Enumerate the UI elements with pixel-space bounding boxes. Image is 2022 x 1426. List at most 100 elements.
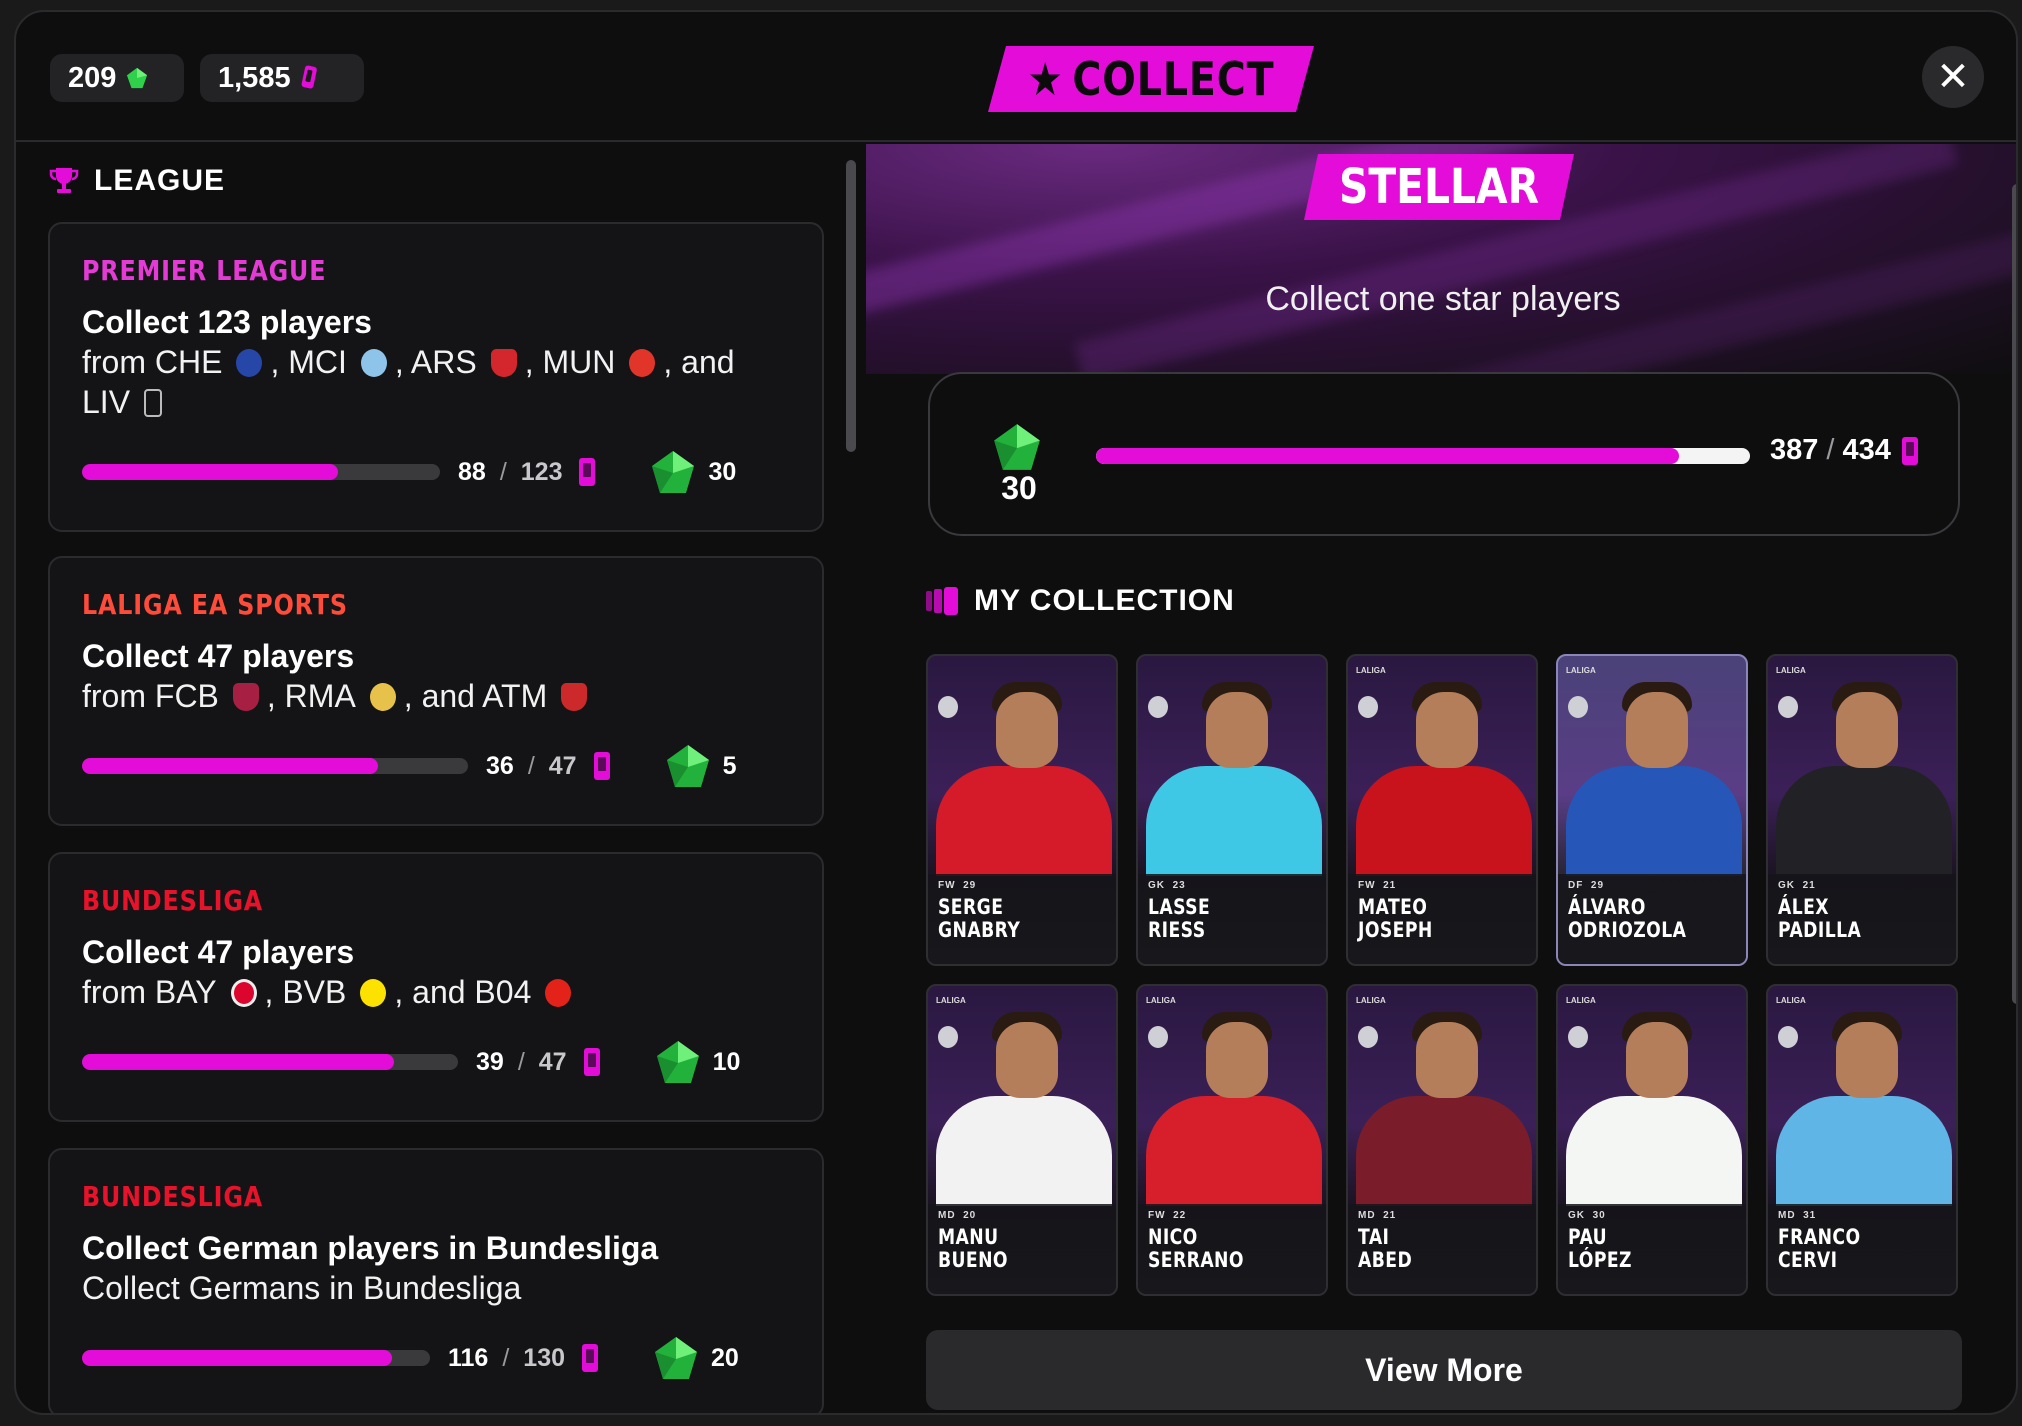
player-card[interactable]: LALIGA GK 30 PAU LÓPEZ [1556, 984, 1748, 1296]
league-scrollbar[interactable] [846, 160, 856, 452]
player-photo [1416, 1022, 1478, 1098]
league-card-bundesliga[interactable]: BUNDESLIGA Collect 47 players from BAY, … [48, 852, 824, 1122]
progress-fill [82, 1054, 395, 1070]
player-meta: MD 21 [1358, 1210, 1397, 1221]
player-card[interactable]: LALIGA MD 20 MANU BUENO [926, 984, 1118, 1296]
club-crest-icon [1358, 1026, 1378, 1048]
progress-fill [82, 1350, 393, 1366]
card-icon [1901, 436, 1918, 465]
club-crest-icon [1148, 696, 1168, 718]
club-crest-icon [1148, 1026, 1168, 1048]
star-icon: ★ [1027, 52, 1064, 106]
club-crest-icon [938, 696, 958, 718]
progress-count: 88 [458, 457, 486, 486]
player-shirt [1776, 766, 1952, 876]
progress-total: 130 [523, 1343, 566, 1372]
player-card[interactable]: GK 23 LASSE RIESS [1136, 654, 1328, 966]
player-shirt [936, 1096, 1112, 1206]
my-collection-label: MY COLLECTION [974, 584, 1235, 617]
player-name: MATEO JOSEPH [1358, 895, 1433, 942]
league-reward: 5 [665, 743, 737, 789]
player-meta: FW 21 [1358, 880, 1397, 891]
gem-balance[interactable]: 209 [50, 54, 184, 102]
reward-value: 30 [708, 457, 737, 486]
reward-value: 10 [712, 1047, 741, 1076]
league-card-laliga[interactable]: LALIGA EA SPORTS Collect 47 players from… [48, 556, 824, 826]
league-card-bundesliga-germans[interactable]: BUNDESLIGA Collect German players in Bun… [48, 1148, 824, 1413]
player-name: LASSE RIESS [1148, 895, 1211, 942]
progress-bar [82, 758, 468, 774]
league-name: BUNDESLIGA [82, 884, 264, 917]
player-card[interactable]: LALIGA FW 21 MATEO JOSEPH [1346, 654, 1538, 966]
player-photo [1836, 1022, 1898, 1098]
player-shirt [1356, 1096, 1532, 1206]
player-shirt [1356, 766, 1532, 876]
gem-icon [994, 424, 1040, 470]
league-tag: LALIGA [1566, 666, 1596, 675]
progress-total: 47 [538, 1047, 567, 1076]
close-button[interactable]: ✕ [1922, 46, 1984, 108]
player-card[interactable]: LALIGA GK 21 ÁLEX PADILLA [1766, 654, 1958, 966]
league-name: LALIGA EA SPORTS [82, 588, 348, 621]
close-icon: ✕ [1936, 55, 1970, 99]
progress-bar [82, 1350, 430, 1366]
player-photo [1626, 692, 1688, 768]
player-card[interactable]: LALIGA MD 31 FRANCO CERVI [1766, 984, 1958, 1296]
progress-total: 123 [520, 457, 563, 486]
player-meta: DF 29 [1568, 880, 1605, 891]
league-card-premier-league[interactable]: PREMIER LEAGUE Collect 123 players from … [48, 222, 824, 532]
player-card[interactable]: FW 29 SERGE GNABRY [926, 654, 1118, 966]
player-photo [1836, 692, 1898, 768]
atletico-crest-icon [561, 683, 588, 711]
league-panel: LEAGUE PREMIER LEAGUE Collect 123 player… [16, 144, 864, 1413]
player-name: ÁLEX PADILLA [1778, 895, 1862, 942]
tier-badge: STELLAR [1304, 154, 1574, 220]
tier-hero: STELLAR Collect one star players [866, 144, 2016, 374]
league-progress: 36 / 47 5 [82, 743, 737, 789]
player-meta: GK 30 [1568, 1210, 1606, 1221]
league-tag: LALIGA [1776, 996, 1806, 1005]
leverkusen-crest-icon [545, 979, 572, 1007]
card-balance[interactable]: 1,585 [200, 54, 364, 102]
progress-bar [82, 1054, 458, 1070]
player-photo [996, 1022, 1058, 1098]
league-goal: Collect German players in Bundesliga [82, 1230, 659, 1266]
league-progress: 39 / 47 10 [82, 1041, 741, 1083]
gem-icon [652, 451, 695, 493]
liverpool-crest-icon [144, 389, 163, 417]
league-tag: LALIGA [1776, 666, 1806, 675]
club-crest-icon [1568, 1026, 1588, 1048]
man-city-crest-icon [360, 349, 387, 377]
player-card[interactable]: LALIGA DF 29 ÁLVARO ODRIOZOLA [1556, 654, 1748, 966]
bayern-crest-icon [230, 979, 257, 1007]
league-tag: LALIGA [1566, 996, 1596, 1005]
reward-value: 5 [722, 751, 737, 780]
player-meta: FW 29 [938, 880, 977, 891]
progress-count: 116 [448, 1343, 489, 1372]
player-card[interactable]: LALIGA FW 22 NICO SERRANO [1136, 984, 1328, 1296]
real-madrid-crest-icon [369, 683, 396, 711]
player-card[interactable]: LALIGA MD 21 TAI ABED [1346, 984, 1538, 1296]
page-title: COLLECT [1072, 52, 1275, 106]
tier-label: STELLAR [1338, 159, 1540, 215]
player-shirt [1566, 766, 1742, 876]
card-icon [582, 1344, 599, 1372]
tier-panel: STELLAR Collect one star players 30 387 … [866, 144, 2016, 1413]
man-united-crest-icon [629, 349, 656, 377]
player-name: TAI ABED [1358, 1225, 1413, 1272]
player-photo [1626, 1022, 1688, 1098]
progress-fill [82, 464, 338, 480]
league-tag: LALIGA [936, 996, 966, 1005]
league-reward: 30 [650, 449, 736, 495]
chelsea-crest-icon [236, 349, 263, 377]
league-progress: 88 / 123 30 [82, 449, 736, 495]
club-crest-icon [938, 1026, 958, 1048]
gem-balance-value: 209 [68, 61, 117, 94]
player-name: PAU LÓPEZ [1568, 1225, 1632, 1272]
collection-grid: FW 29 SERGE GNABRY GK 23 LASSE RIESS LALIGA FW … [926, 654, 1962, 1296]
card-icon [593, 752, 610, 780]
reward-value: 20 [711, 1343, 739, 1372]
view-more-button[interactable]: View More [926, 1330, 1962, 1410]
collection-scrollbar[interactable] [2012, 184, 2016, 1004]
player-name: FRANCO CERVI [1778, 1225, 1861, 1272]
